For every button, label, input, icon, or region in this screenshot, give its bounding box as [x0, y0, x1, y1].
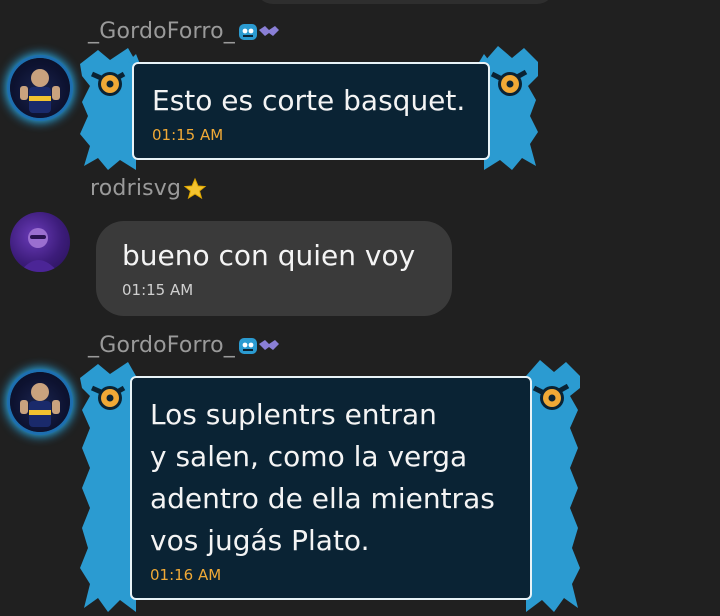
- message-bubble[interactable]: Los suplentrs entran y salen, como la ve…: [80, 360, 580, 612]
- message-line: vos jugás Plato.: [150, 524, 370, 557]
- author-name[interactable]: rodrisvg: [90, 176, 181, 201]
- message-author[interactable]: _GordoForro_: [88, 18, 281, 44]
- message-line: adentro de ella mientras: [150, 482, 495, 515]
- user-avatar[interactable]: [10, 58, 70, 118]
- message-time: 01:16 AM: [150, 566, 222, 584]
- message-time: 01:15 AM: [152, 126, 224, 144]
- message-line: Los suplentrs entran: [150, 398, 437, 431]
- user-avatar[interactable]: [10, 372, 70, 432]
- message-text: Esto es corte basquet.: [152, 84, 466, 117]
- monster-badge-icon: [239, 24, 280, 40]
- monster-badge-icon: [239, 338, 280, 354]
- message-author[interactable]: rodrisvg: [90, 176, 207, 201]
- message-text: bueno con quien voy: [122, 239, 416, 272]
- user-avatar[interactable]: [10, 212, 70, 272]
- message-inner: Los suplentrs entran y salen, como la ve…: [130, 376, 532, 600]
- message-bubble[interactable]: bueno con quien voy 01:15 AM: [96, 221, 452, 316]
- star-icon: [183, 177, 207, 199]
- message-line: y salen, como la verga: [150, 440, 468, 473]
- message-inner: Esto es corte basquet. 01:15 AM: [132, 62, 490, 160]
- message-bubble[interactable]: Esto es corte basquet. 01:15 AM: [80, 46, 538, 170]
- author-name[interactable]: _GordoForro_: [88, 19, 235, 44]
- message-author[interactable]: _GordoForro_: [88, 332, 281, 358]
- previous-message-bubble-edge: [255, 0, 555, 4]
- person-avatar-icon: [20, 228, 58, 272]
- player-avatar-icon: [20, 383, 60, 427]
- player-avatar-icon: [20, 69, 60, 113]
- message-text: Los suplentrs entran y salen, como la ve…: [150, 394, 495, 562]
- message-time: 01:15 AM: [122, 281, 194, 299]
- author-name[interactable]: _GordoForro_: [88, 333, 235, 358]
